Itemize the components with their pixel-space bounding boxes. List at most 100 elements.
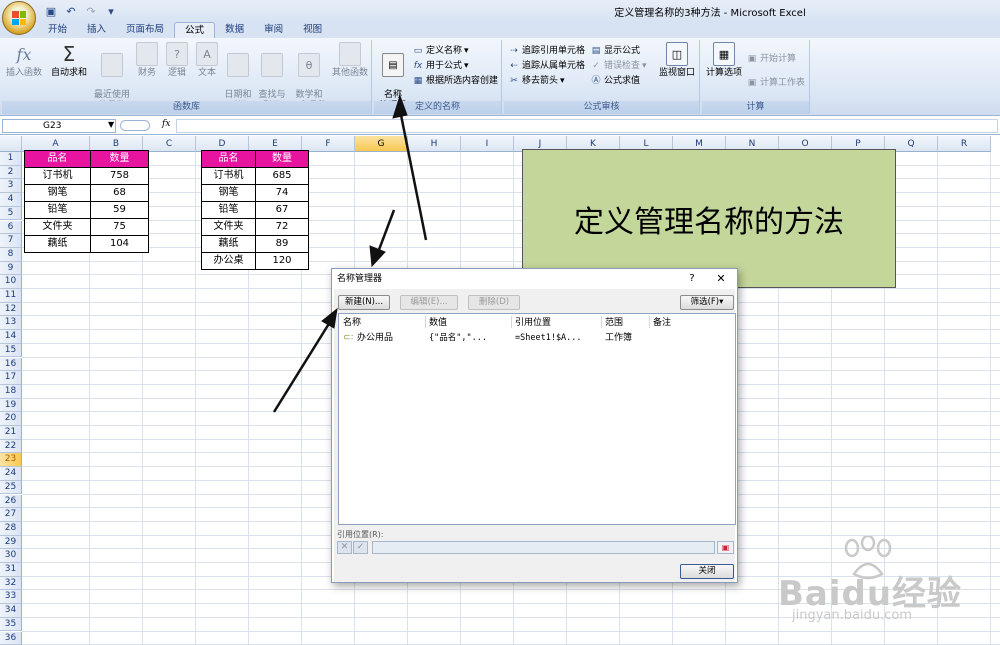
row-header-5[interactable]: 5 (0, 206, 22, 221)
row-header-27[interactable]: 27 (0, 508, 22, 522)
trace-precedents-button[interactable]: ⇢ 追踪引用单元格 (508, 44, 585, 58)
formula-input[interactable] (176, 119, 998, 133)
row-header-14[interactable]: 14 (0, 330, 22, 344)
dialog-close-button[interactable]: ✕ (712, 271, 730, 287)
watch-window-button[interactable]: ◫ 监视窗口 (656, 42, 698, 79)
new-name-button[interactable]: 新建(N)... (338, 295, 390, 310)
logical-button[interactable]: ? 逻辑 (164, 42, 190, 79)
row-header-21[interactable]: 21 (0, 426, 22, 440)
row-header-2[interactable]: 2 (0, 165, 22, 180)
confirm-check-icon[interactable]: ✓ (353, 541, 368, 554)
column-header-r[interactable]: R (938, 136, 991, 152)
row-header-19[interactable]: 19 (0, 398, 22, 413)
delete-name-button[interactable]: 删除(D) (468, 295, 520, 310)
insert-function-fx-icon[interactable]: fx (162, 119, 170, 129)
tab-formulas[interactable]: 公式 (174, 22, 216, 38)
row-header-24[interactable]: 24 (0, 467, 22, 481)
create-from-selection-button[interactable]: ▦ 根据所选内容创建 (412, 74, 498, 88)
column-header-e[interactable]: E (249, 136, 302, 152)
collapse-dialog-icon[interactable]: ▣ (717, 541, 734, 554)
row-header-7[interactable]: 7 (0, 234, 22, 248)
watch-window-icon: ◫ (666, 42, 688, 66)
tab-home[interactable]: 开始 (38, 22, 77, 38)
row-header-18[interactable]: 18 (0, 384, 22, 399)
filter-button[interactable]: 筛选(F)▾ (680, 295, 734, 310)
calc-options-button[interactable]: ▦ 计算选项 (704, 42, 744, 79)
column-header-g[interactable]: G (355, 136, 408, 152)
evaluate-formula-button[interactable]: Ⓐ 公式求值 (590, 74, 640, 88)
define-name-button[interactable]: ▭ 定义名称 ▾ (412, 44, 469, 58)
row-header-25[interactable]: 25 (0, 480, 22, 495)
row-header-26[interactable]: 26 (0, 494, 22, 509)
show-formulas-button[interactable]: ▤ 显示公式 (590, 44, 640, 58)
autosum-button[interactable]: Σ 自动求和 (48, 42, 90, 79)
column-header-d[interactable]: D (196, 136, 249, 152)
col-header-scope[interactable]: 范围 (605, 316, 623, 330)
trace-dependents-button[interactable]: ⇠ 追踪从属单元格 (508, 59, 585, 73)
col-header-name[interactable]: 名称 (343, 316, 361, 330)
column-header-a[interactable]: A (22, 136, 90, 152)
row-header-3[interactable]: 3 (0, 179, 22, 194)
row-header-16[interactable]: 16 (0, 357, 22, 372)
remove-arrows-button[interactable]: ✂ 移去箭头 ▾ (508, 74, 564, 88)
col-header-comment[interactable]: 备注 (653, 316, 671, 330)
row-header-36[interactable]: 36 (0, 631, 22, 645)
col-header-refers-to[interactable]: 引用位置 (515, 316, 551, 330)
insert-function-button[interactable]: fx 插入函数 (4, 42, 44, 79)
tab-view[interactable]: 视图 (293, 22, 332, 38)
more-functions-button[interactable]: 其他函数 (330, 42, 370, 79)
close-button[interactable]: 关闭 (680, 564, 734, 579)
office-button[interactable] (2, 1, 36, 35)
row-header-13[interactable]: 13 (0, 316, 22, 331)
use-in-formula-button[interactable]: fx 用于公式 ▾ (412, 59, 469, 73)
row-header-8[interactable]: 8 (0, 247, 22, 262)
edit-name-button[interactable]: 编辑(E)... (400, 295, 458, 310)
row-header-20[interactable]: 20 (0, 412, 22, 426)
row-header-29[interactable]: 29 (0, 535, 22, 550)
row-header-6[interactable]: 6 (0, 220, 22, 235)
column-header-h[interactable]: H (408, 136, 461, 152)
names-list[interactable]: 名称 数值 引用位置 范围 备注 ⊂⊃ 办公用品 {"品名","... =She… (338, 313, 736, 525)
row-header-15[interactable]: 15 (0, 343, 22, 358)
tab-page-layout[interactable]: 页面布局 (116, 22, 174, 38)
error-checking-button[interactable]: ✓ 错误检查 ▾ (590, 59, 646, 73)
col-header-value[interactable]: 数值 (429, 316, 447, 330)
row-header-34[interactable]: 34 (0, 604, 22, 618)
text-function-button[interactable]: A 文本 (194, 42, 220, 79)
cancel-x-icon[interactable]: ✕ (337, 541, 352, 554)
row-header-12[interactable]: 12 (0, 302, 22, 317)
financial-label: 财务 (137, 68, 156, 78)
column-header-f[interactable]: F (302, 136, 355, 152)
insert-function-label: 插入函数 (5, 68, 42, 78)
row-header-28[interactable]: 28 (0, 521, 22, 536)
col-separator (601, 316, 602, 328)
calc-now-button[interactable]: ▣ 开始计算 (746, 52, 796, 66)
column-header-i[interactable]: I (461, 136, 514, 152)
tab-review[interactable]: 审阅 (254, 22, 293, 38)
name-box-dropdown-icon[interactable]: ▼ (108, 120, 114, 129)
help-button[interactable]: ? (684, 271, 700, 287)
row-header-9[interactable]: 9 (0, 261, 22, 276)
row-header-30[interactable]: 30 (0, 549, 22, 563)
row-header-23[interactable]: 23 (0, 453, 22, 468)
row-header-10[interactable]: 10 (0, 275, 22, 289)
select-all-corner[interactable] (0, 136, 22, 152)
tab-data[interactable]: 数据 (215, 22, 254, 38)
row-header-22[interactable]: 22 (0, 439, 22, 454)
row-header-17[interactable]: 17 (0, 371, 22, 385)
name-box[interactable]: G23 (2, 119, 116, 133)
financial-button[interactable]: 财务 (134, 42, 160, 79)
row-header-35[interactable]: 35 (0, 617, 22, 632)
column-header-c[interactable]: C (143, 136, 196, 152)
row-header-1[interactable]: 1 (0, 152, 22, 166)
column-header-b[interactable]: B (90, 136, 143, 152)
tab-insert[interactable]: 插入 (77, 22, 116, 38)
row-header-31[interactable]: 31 (0, 563, 22, 577)
row-header-11[interactable]: 11 (0, 289, 22, 303)
row-header-33[interactable]: 33 (0, 590, 22, 605)
refers-to-input[interactable] (372, 541, 715, 554)
row-header-4[interactable]: 4 (0, 193, 22, 207)
dialog-body: 新建(N)... 编辑(E)... 删除(D) 筛选(F)▾ 名称 数值 引用位… (334, 289, 736, 582)
calc-sheet-button[interactable]: ▣ 计算工作表 (746, 76, 805, 90)
row-header-32[interactable]: 32 (0, 576, 22, 591)
